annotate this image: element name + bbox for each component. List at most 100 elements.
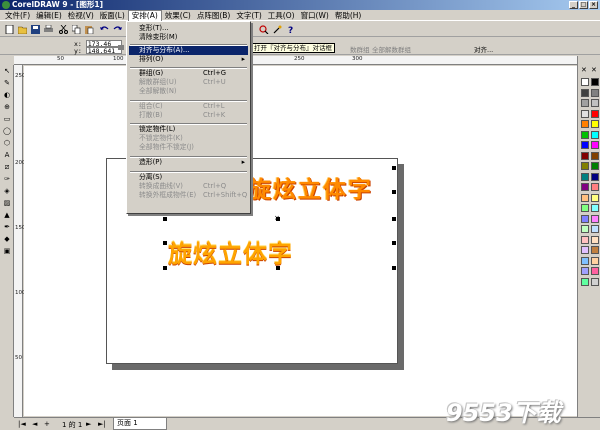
- redo-icon[interactable]: [112, 24, 123, 34]
- menu-item[interactable]: 文件(F): [2, 10, 33, 21]
- dropdown-menu-item[interactable]: 全部物件不锁定(J): [129, 143, 248, 152]
- shape-tool-icon[interactable]: ✎: [1, 78, 13, 89]
- next-page-icon[interactable]: ►: [86, 420, 91, 428]
- text-tool-icon[interactable]: A: [1, 150, 13, 161]
- interactive-fill-icon[interactable]: ▲: [1, 210, 13, 221]
- dropdown-menu-item[interactable]: 群组(G) Ctrl+G: [129, 69, 248, 78]
- open-folder-icon[interactable]: [17, 24, 28, 35]
- menu-item[interactable]: 工具(O): [265, 10, 298, 21]
- dropdown-menu-item[interactable]: 转换成曲线(V) Ctrl+Q: [129, 182, 248, 191]
- color-swatch[interactable]: [591, 88, 599, 97]
- dropdown-menu-item[interactable]: 分离(S): [129, 173, 248, 182]
- menu-item[interactable]: 点阵图(B): [194, 10, 234, 21]
- color-swatch[interactable]: [591, 267, 599, 275]
- last-page-icon[interactable]: ►|: [98, 420, 106, 428]
- copy-icon[interactable]: [71, 24, 82, 35]
- wizard-icon[interactable]: [272, 24, 283, 34]
- color-swatch[interactable]: [581, 120, 589, 128]
- artwork-3d-text-top[interactable]: 旋炫立体字: [248, 170, 373, 204]
- interactive-tool-icon[interactable]: ⧄: [1, 162, 13, 173]
- dropdown-menu-item[interactable]: 变形(T)...: [129, 24, 248, 33]
- dropdown-menu-item[interactable]: 对齐与分布(A)...: [129, 46, 248, 55]
- page-tab[interactable]: 页面 1: [113, 418, 167, 430]
- zoom-icon[interactable]: [258, 24, 269, 35]
- color-swatch[interactable]: [591, 109, 599, 118]
- polygon-tool-icon[interactable]: ⬡: [1, 138, 13, 149]
- color-swatch[interactable]: [581, 225, 589, 233]
- zoom-tool-icon[interactable]: ⊕: [1, 102, 13, 113]
- cut-icon[interactable]: [58, 24, 69, 34]
- selection-handle[interactable]: [392, 166, 396, 170]
- no-color-icon[interactable]: ✕: [591, 66, 597, 74]
- dropdown-menu-item[interactable]: 转换外框成物件(E) Ctrl+Shift+Q: [129, 191, 248, 200]
- help-icon[interactable]: ?: [286, 24, 297, 36]
- color-swatch[interactable]: [581, 235, 589, 244]
- color-swatch[interactable]: [591, 277, 599, 286]
- selection-handle[interactable]: [163, 241, 167, 245]
- align-label[interactable]: 对齐...: [474, 44, 493, 54]
- color-swatch[interactable]: [591, 120, 599, 128]
- mesh-tool-icon[interactable]: ◆: [1, 234, 13, 245]
- color-swatch[interactable]: [581, 267, 589, 275]
- new-file-icon[interactable]: [4, 24, 15, 35]
- color-swatch[interactable]: [591, 193, 599, 202]
- dropdown-menu-item[interactable]: 解散群组(U) Ctrl+U: [129, 78, 248, 87]
- color-swatch[interactable]: [591, 151, 599, 160]
- color-swatch[interactable]: [591, 78, 599, 86]
- selection-handle[interactable]: [392, 217, 396, 221]
- pick-tool-icon[interactable]: ↖: [1, 66, 13, 77]
- menu-item[interactable]: 文字(T): [233, 10, 264, 21]
- menu-item[interactable]: 检视(V): [65, 10, 97, 21]
- color-swatch[interactable]: [591, 256, 599, 265]
- color-swatch[interactable]: [591, 183, 599, 191]
- add-page-icon[interactable]: +: [44, 420, 50, 428]
- maximize-button[interactable]: □: [579, 1, 588, 9]
- color-swatch[interactable]: [581, 162, 589, 170]
- color-swatch[interactable]: [581, 214, 589, 223]
- selection-handle[interactable]: [392, 266, 396, 270]
- dropdown-menu-item[interactable]: 排列(O) ▸: [129, 55, 248, 64]
- menu-item[interactable]: 安排(A): [127, 9, 162, 21]
- color-swatch[interactable]: [581, 204, 589, 212]
- color-swatch[interactable]: [581, 130, 589, 139]
- outline-tool-icon[interactable]: ◈: [1, 186, 13, 197]
- artwork-3d-text-bottom[interactable]: 旋炫立体字: [168, 234, 293, 269]
- dropdown-menu-item[interactable]: 打散(B) Ctrl+K: [129, 111, 248, 120]
- knife-tool-icon[interactable]: ◐: [1, 90, 13, 101]
- menu-item[interactable]: 效果(C): [162, 10, 194, 21]
- selection-handle[interactable]: [163, 266, 167, 270]
- horizontal-ruler[interactable]: 50100150200250300: [14, 56, 577, 65]
- save-icon[interactable]: [30, 24, 41, 34]
- color-swatch[interactable]: [581, 193, 589, 202]
- dropdown-menu-item[interactable]: 造形(P) ▸: [129, 158, 248, 167]
- color-swatch[interactable]: [581, 88, 589, 97]
- color-swatch[interactable]: [581, 183, 589, 191]
- first-page-icon[interactable]: |◄: [18, 420, 26, 428]
- color-swatch[interactable]: [591, 235, 599, 244]
- undo-icon[interactable]: [99, 24, 110, 34]
- color-swatch[interactable]: [591, 204, 599, 212]
- color-swatch[interactable]: [581, 277, 589, 286]
- print-icon[interactable]: [43, 24, 54, 34]
- transparency-tool-icon[interactable]: ▣: [1, 246, 13, 257]
- menu-item[interactable]: 窗口(W): [298, 10, 332, 21]
- color-swatch[interactable]: [581, 109, 589, 118]
- color-swatch[interactable]: [591, 99, 599, 107]
- ellipse-tool-icon[interactable]: ◯: [1, 126, 13, 137]
- selection-handle[interactable]: [392, 241, 396, 245]
- color-swatch[interactable]: [591, 225, 599, 233]
- selection-handle[interactable]: [163, 217, 167, 221]
- color-swatch[interactable]: [581, 78, 589, 86]
- vertical-ruler[interactable]: 250 200 150 100 50: [14, 65, 26, 417]
- color-swatch[interactable]: [581, 141, 589, 149]
- selection-handle[interactable]: [392, 190, 396, 194]
- prev-page-icon[interactable]: ◄: [32, 420, 37, 428]
- menu-item[interactable]: 版面(L): [97, 10, 128, 21]
- eyedropper-tool-icon[interactable]: ✑: [1, 174, 13, 185]
- color-swatch[interactable]: [581, 172, 589, 181]
- color-swatch[interactable]: [591, 172, 599, 181]
- color-swatch[interactable]: [591, 141, 599, 149]
- rectangle-tool-icon[interactable]: ▭: [1, 114, 13, 125]
- y-coordinate[interactable]: y: 148.641: [74, 47, 122, 55]
- no-color-icon[interactable]: ✕: [581, 66, 587, 74]
